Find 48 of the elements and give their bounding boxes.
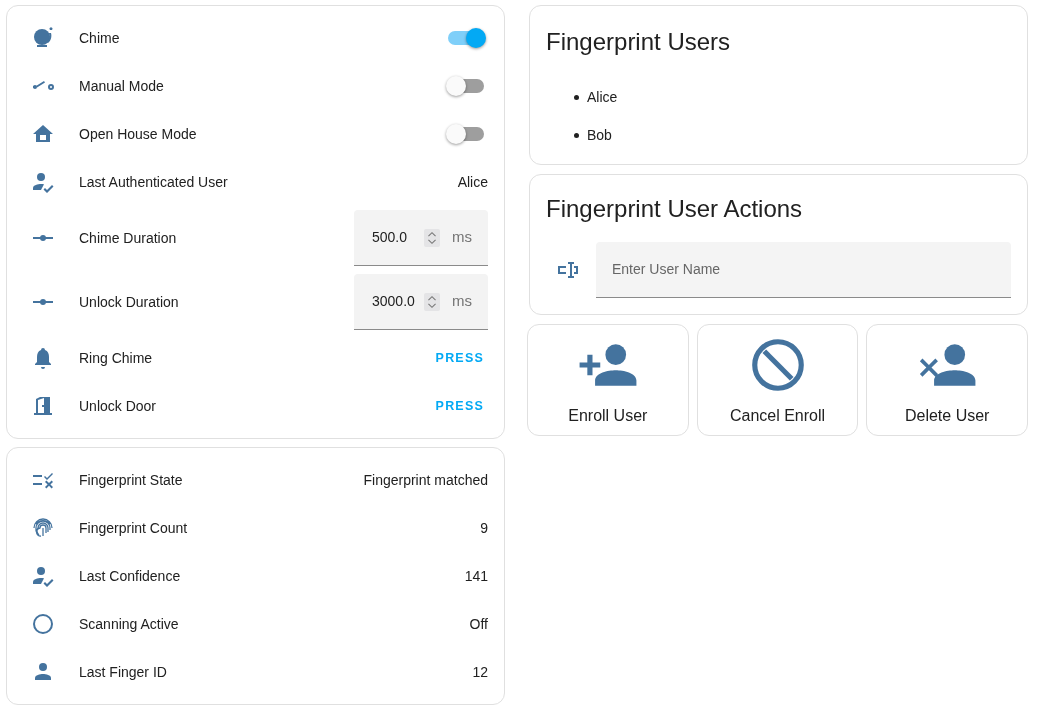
toggle-switch[interactable]: [448, 79, 484, 93]
user-check-icon: [31, 170, 55, 194]
entity-label: Last Authenticated User: [79, 172, 229, 192]
state-value: Fingerprint matched: [363, 470, 488, 490]
state-value: 12: [472, 662, 488, 682]
number-field[interactable]: 3000.0 ms: [354, 274, 488, 330]
circle-icon: [31, 612, 55, 636]
entity-label: Ring Chime: [79, 348, 154, 368]
door-icon: [31, 394, 55, 418]
entity-label: Manual Mode: [79, 76, 165, 96]
spinner-icon[interactable]: [424, 292, 440, 311]
entity-label: Open House Mode: [79, 124, 198, 144]
card-title: Fingerprint Users: [546, 28, 732, 57]
number-input[interactable]: 500.0: [370, 226, 422, 249]
bullet-icon: [574, 132, 579, 138]
unit-label: ms: [452, 227, 472, 248]
number-input[interactable]: 3000.0: [370, 290, 422, 313]
bullet-icon: [574, 94, 579, 100]
action-button[interactable]: Cancel Enroll: [696, 323, 859, 436]
entity-label: Scanning Active: [79, 614, 180, 634]
toggle-switch[interactable]: [448, 127, 484, 141]
entity-label: Chime Duration: [79, 228, 178, 248]
toggle-switch[interactable]: [448, 31, 484, 45]
action-button[interactable]: Enroll User: [527, 323, 689, 436]
entity-label: Chime: [79, 28, 121, 48]
state-value: 9: [480, 518, 488, 538]
user-name: Alice: [587, 87, 618, 107]
state-value: Alice: [457, 172, 488, 192]
card-title: Fingerprint User Actions: [546, 194, 804, 224]
bell-icon: [31, 26, 55, 50]
entity-label: Fingerprint State: [79, 470, 184, 490]
number-field[interactable]: 500.0 ms: [354, 210, 488, 266]
user-name-field[interactable]: Enter User Name: [596, 241, 1011, 298]
entity-label: Fingerprint Count: [79, 518, 189, 538]
action-button[interactable]: Delete User: [866, 323, 1028, 436]
state-value: 141: [464, 566, 488, 586]
entity-label: Unlock Duration: [79, 292, 180, 312]
slider-icon: [31, 298, 55, 306]
fingerprint-icon: [31, 516, 55, 540]
user-check-icon: [31, 564, 55, 588]
unit-label: ms: [452, 291, 472, 312]
user-name: Bob: [587, 125, 612, 145]
entity-label: Unlock Door: [79, 396, 158, 416]
spinner-icon[interactable]: [424, 228, 440, 247]
entity-label: Last Confidence: [79, 566, 182, 586]
state-value: Off: [469, 614, 488, 634]
entity-label: Last Finger ID: [79, 662, 168, 682]
slider-icon: [31, 234, 55, 242]
